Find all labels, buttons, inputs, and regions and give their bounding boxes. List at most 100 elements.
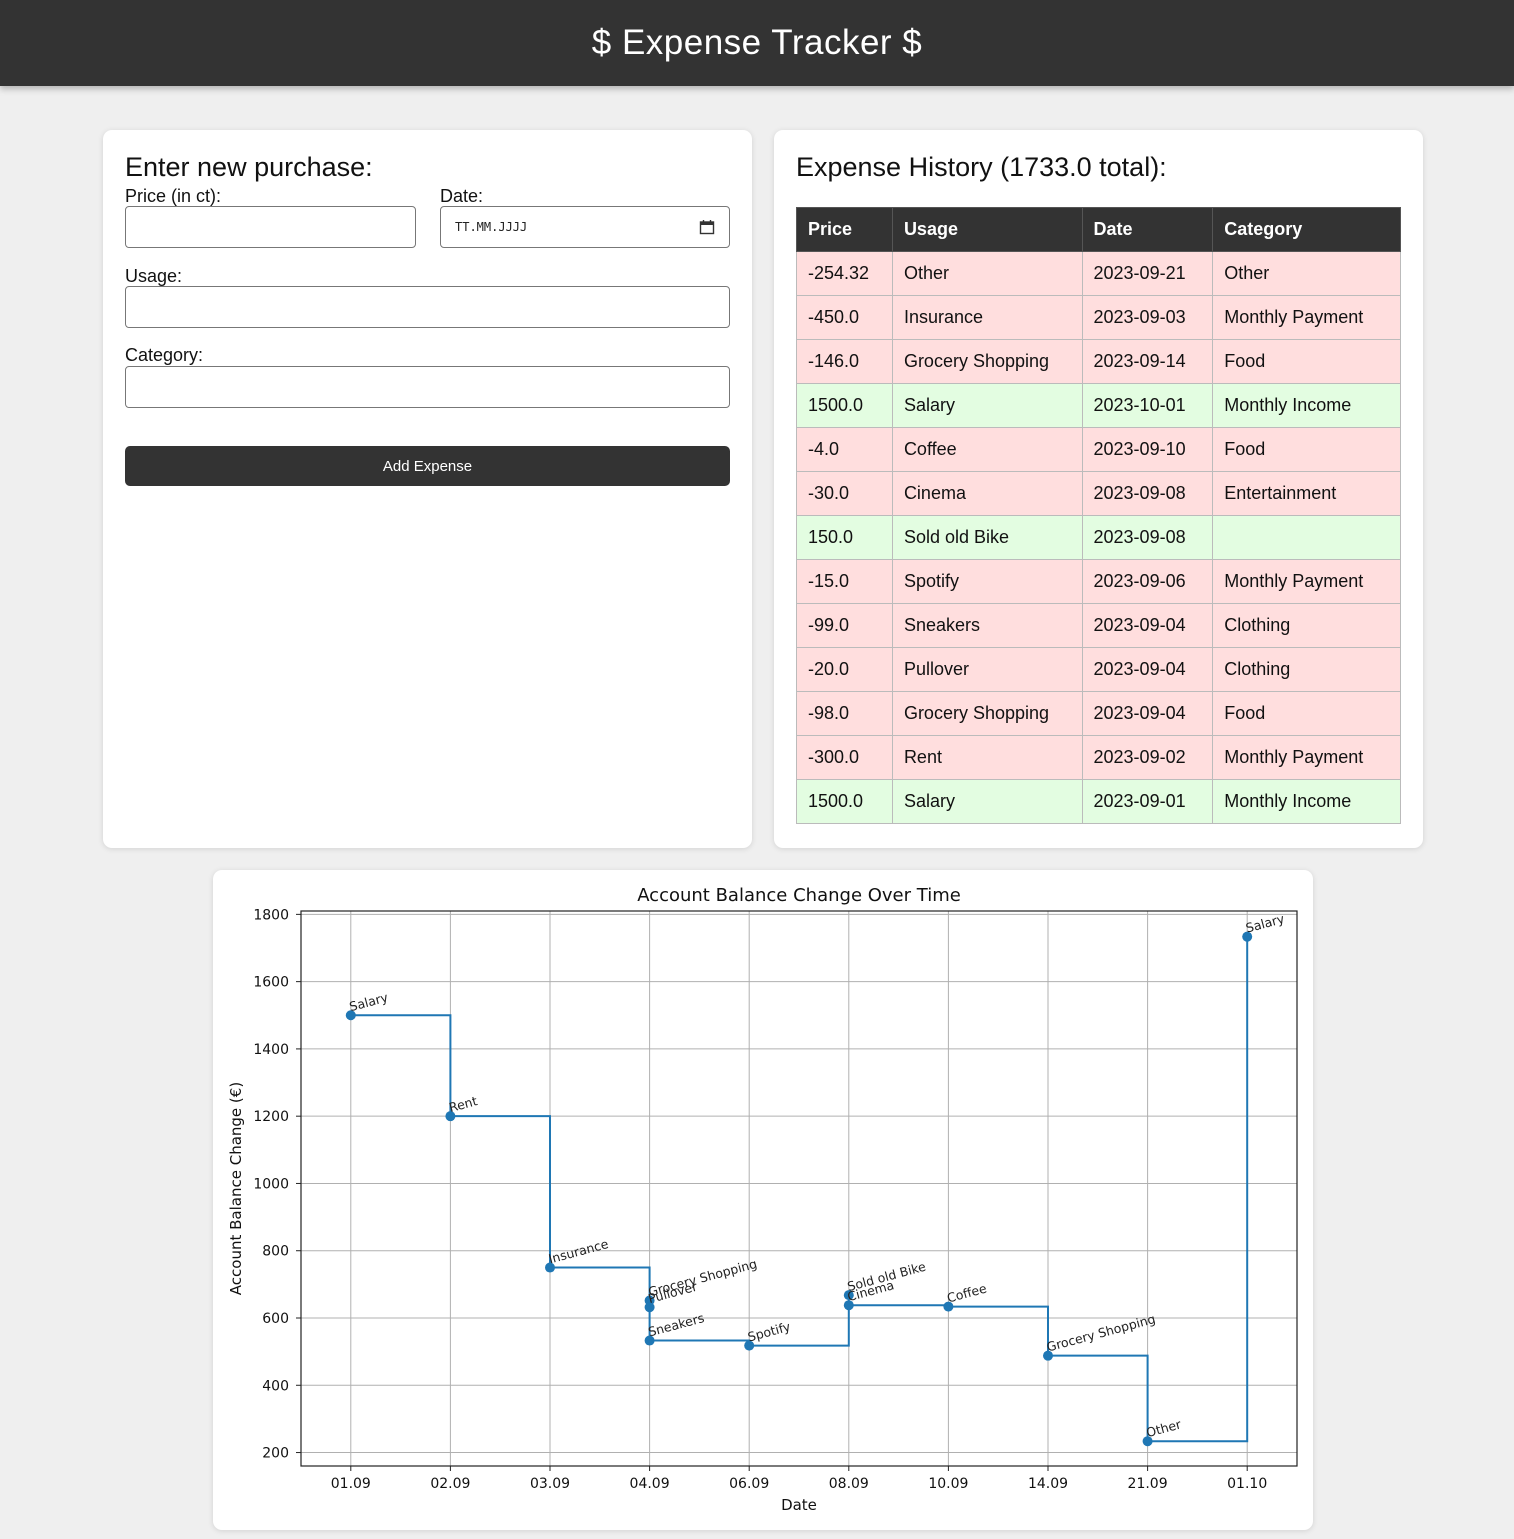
cell-date: 2023-09-02 <box>1081 735 1214 780</box>
cell-category: Food <box>1212 427 1401 472</box>
cell-price: -450.0 <box>796 295 893 340</box>
y-tick-label: 1000 <box>253 1176 289 1192</box>
cell-category: Monthly Payment <box>1212 295 1401 340</box>
table-row: -30.0 Cinema 2023-09-08 Entertainment <box>796 471 1401 516</box>
table-row: -4.0 Coffee 2023-09-10 Food <box>796 427 1401 472</box>
cell-category: Food <box>1212 691 1401 736</box>
usage-label: Usage: <box>125 266 183 286</box>
y-tick-label: 1400 <box>253 1042 289 1058</box>
x-tick-label: 06.09 <box>729 1476 769 1492</box>
cell-date: 2023-09-03 <box>1081 295 1214 340</box>
cell-usage: Cinema <box>891 471 1083 516</box>
y-tick-label: 800 <box>262 1244 289 1260</box>
x-tick-label: 02.09 <box>430 1476 470 1492</box>
cell-date: 2023-09-10 <box>1081 427 1214 472</box>
x-axis-label: Date <box>781 1496 817 1514</box>
data-point-label: Rent <box>447 1093 479 1115</box>
table-row: -15.0 Spotify 2023-09-06 Monthly Payment <box>796 559 1401 604</box>
usage-input[interactable] <box>125 286 730 328</box>
new-purchase-form: Enter new purchase: Price (in ct): Date:… <box>103 130 752 848</box>
cell-category: Entertainment <box>1212 471 1401 516</box>
data-point-label: Other <box>1144 1416 1183 1440</box>
cell-usage: Spotify <box>891 559 1083 604</box>
cell-usage: Rent <box>891 735 1083 780</box>
table-row: 1500.0 Salary 2023-10-01 Monthly Income <box>796 383 1401 428</box>
cell-category: Monthly Payment <box>1212 559 1401 604</box>
column-header-date: Date <box>1081 207 1214 252</box>
add-expense-button[interactable]: Add Expense <box>125 446 730 486</box>
cell-date: 2023-09-04 <box>1081 691 1214 736</box>
cell-price: 150.0 <box>796 515 893 560</box>
y-tick-label: 400 <box>262 1378 289 1394</box>
cell-price: -300.0 <box>796 735 893 780</box>
data-point-label: Coffee <box>945 1280 988 1305</box>
form-title: Enter new purchase: <box>125 152 373 182</box>
cell-date: 2023-09-21 <box>1081 251 1214 296</box>
cell-category: Monthly Income <box>1212 383 1401 428</box>
table-row: 1500.0 Salary 2023-09-01 Monthly Income <box>796 779 1401 824</box>
cell-category: Food <box>1212 339 1401 384</box>
data-point-label: Spotify <box>746 1319 792 1345</box>
cell-category: Monthly Payment <box>1212 735 1401 780</box>
cell-price: 1500.0 <box>796 779 893 824</box>
app-header: $ Expense Tracker $ <box>0 0 1514 86</box>
column-header-usage: Usage <box>891 207 1083 252</box>
date-label: Date: <box>440 186 484 206</box>
balance-chart: 200 400 600 800 1000 1200 1400 1600 1800 01.09 02.… <box>227 885 1298 1514</box>
history-title: Expense History (1733.0 total): <box>796 152 1167 182</box>
x-tick-label: 04.09 <box>630 1476 670 1492</box>
balance-step-line <box>350 936 1249 1443</box>
table-header-row: Price Usage Date Category <box>796 207 1401 252</box>
cell-category <box>1212 515 1401 560</box>
cell-category: Clothing <box>1212 603 1401 648</box>
cell-category: Clothing <box>1212 647 1401 692</box>
x-tick-label: 01.09 <box>331 1476 371 1492</box>
cell-date: 2023-09-04 <box>1081 647 1214 692</box>
cell-price: -20.0 <box>796 647 893 692</box>
data-point-label: Salary <box>348 989 390 1014</box>
cell-usage: Coffee <box>891 427 1083 472</box>
cell-date: 2023-10-01 <box>1081 383 1214 428</box>
y-tick-label: 1200 <box>253 1109 289 1125</box>
date-input[interactable]: TT.MM.JJJJ <box>440 206 730 248</box>
balance-chart-card: 200 400 600 800 1000 1200 1400 1600 1800 01.09 02.… <box>213 870 1313 1530</box>
x-tick-label: 10.09 <box>928 1476 968 1492</box>
calendar-icon[interactable] <box>699 219 715 235</box>
data-point-label: Insurance <box>547 1236 610 1266</box>
table-row: 150.0 Sold old Bike 2023-09-08 <box>796 515 1401 560</box>
category-label: Category: <box>125 345 204 365</box>
cell-date: 2023-09-06 <box>1081 559 1214 604</box>
table-row: -146.0 Grocery Shopping 2023-09-14 Food <box>796 339 1401 384</box>
cell-price: -4.0 <box>796 427 893 472</box>
cell-usage: Insurance <box>891 295 1083 340</box>
date-placeholder: TT.MM.JJJJ <box>455 220 528 234</box>
cell-price: -98.0 <box>796 691 893 736</box>
y-tick-label: 1800 <box>253 907 289 923</box>
table-row: -300.0 Rent 2023-09-02 Monthly Payment <box>796 735 1401 780</box>
cell-usage: Sold old Bike <box>891 515 1083 560</box>
x-tick-label: 14.09 <box>1028 1476 1068 1492</box>
table-row: -98.0 Grocery Shopping 2023-09-04 Food <box>796 691 1401 736</box>
expense-history-table: Price Usage Date Category -254.32 Other 20… <box>796 207 1401 824</box>
cell-usage: Sneakers <box>891 603 1083 648</box>
app-title: $ Expense Tracker $ <box>591 23 923 62</box>
x-tick-label: 21.09 <box>1128 1476 1168 1492</box>
column-header-price: Price <box>796 207 893 252</box>
cell-price: -146.0 <box>796 339 893 384</box>
cell-category: Monthly Income <box>1212 779 1401 824</box>
price-input[interactable] <box>125 206 416 248</box>
cell-date: 2023-09-14 <box>1081 339 1214 384</box>
x-tick-label: 03.09 <box>530 1476 570 1492</box>
category-input[interactable] <box>125 366 730 408</box>
x-tick-label: 01.10 <box>1227 1476 1267 1492</box>
y-tick-label: 600 <box>262 1311 289 1327</box>
cell-usage: Salary <box>891 383 1083 428</box>
cell-date: 2023-09-08 <box>1081 471 1214 516</box>
table-row: -450.0 Insurance 2023-09-03 Monthly Payment <box>796 295 1401 340</box>
x-tick-label: 08.09 <box>829 1476 869 1492</box>
cell-category: Other <box>1212 251 1401 296</box>
cell-usage: Grocery Shopping <box>891 691 1083 736</box>
cell-date: 2023-09-08 <box>1081 515 1214 560</box>
cell-usage: Pullover <box>891 647 1083 692</box>
expense-history-panel: Expense History (1733.0 total): Price Us… <box>774 130 1423 848</box>
